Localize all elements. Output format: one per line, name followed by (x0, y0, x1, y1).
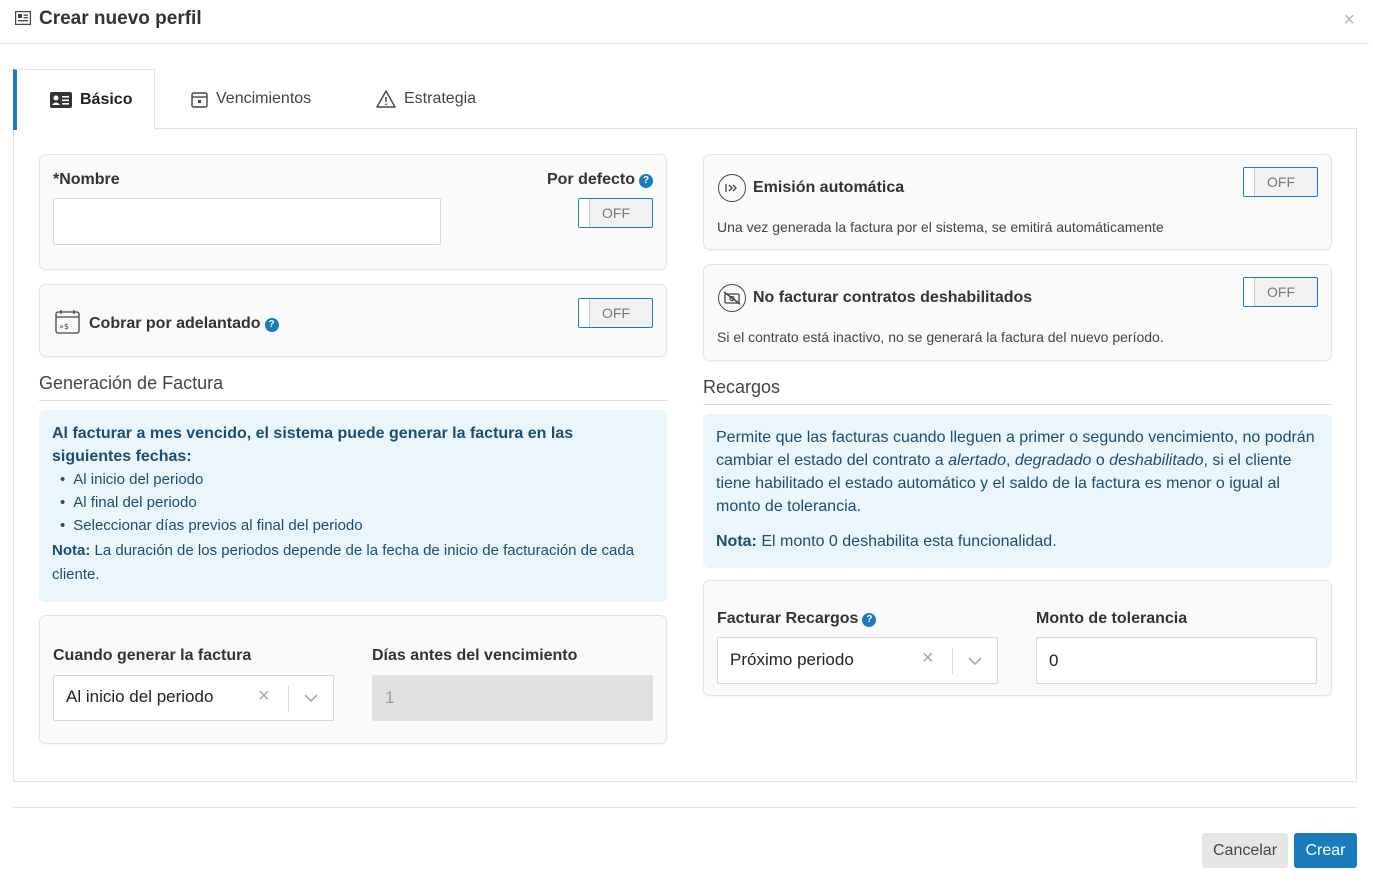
info-heading: Al facturar a mes vencido, el sistema pu… (52, 425, 574, 465)
bill-surcharges-select[interactable]: Próximo periodo × (717, 637, 998, 684)
tab-label: Vencimientos (216, 90, 312, 107)
note-text: La duración de los periodos depende de l… (52, 542, 635, 583)
create-button[interactable]: Crear (1294, 833, 1357, 868)
name-card: *Nombre Por defecto? OFF (39, 154, 667, 270)
help-icon[interactable]: ? (862, 613, 877, 627)
tab-estrategia[interactable]: Estrategia (376, 69, 476, 129)
info-note: Nota: La duración de los periodos depend… (52, 539, 654, 587)
disabled-contracts-card: No facturar contratos deshabilitados OFF… (703, 264, 1332, 361)
auto-emit-description: Una vez generada la factura por el siste… (717, 219, 1164, 235)
advance-billing-card: »$ Cobrar por adelantado? OFF (39, 284, 667, 357)
disabled-contracts-toggle[interactable]: OFF (1243, 277, 1318, 307)
toggle-state: OFF (602, 305, 630, 321)
invoice-generation-title: Generación de Factura (39, 373, 667, 401)
tolerance-input[interactable]: 0 (1036, 637, 1317, 684)
chevron-down-icon[interactable] (303, 692, 319, 704)
info-text: o (1091, 452, 1110, 469)
chevron-down-icon[interactable] (967, 655, 983, 667)
no-billing-icon (718, 284, 746, 312)
info-emphasis: degradado (1014, 452, 1092, 469)
days-label: Días antes del vencimiento (372, 647, 578, 664)
id-card-icon (50, 92, 72, 108)
select-separator (952, 648, 953, 674)
warning-icon (376, 90, 396, 108)
bill-surcharges-value: Próximo periodo (730, 650, 854, 669)
invoice-generation-info: Al facturar a mes vencido, el sistema pu… (39, 410, 667, 602)
close-icon[interactable]: × (1343, 10, 1355, 30)
when-value: Al inicio del periodo (66, 687, 214, 706)
bill-surcharges-label-row: Facturar Recargos? (717, 610, 877, 628)
days-value: 1 (385, 688, 395, 707)
invoice-when-card: Cuando generar la factura Al inicio del … (39, 615, 667, 744)
auto-emit-card: Emisión automática OFF Una vez generada … (703, 154, 1332, 250)
when-label: Cuando generar la factura (53, 647, 252, 664)
info-list: Al inicio del periodo Al final del perio… (52, 468, 654, 537)
when-select[interactable]: Al inicio del periodo × (53, 675, 334, 721)
surcharges-info-text: Permite que las facturas cuando lleguen … (716, 426, 1319, 518)
list-item: Al final del periodo (60, 491, 654, 514)
advance-toggle[interactable]: OFF (578, 298, 653, 328)
note-label: Nota: (716, 533, 757, 550)
advance-label-row: Cobrar por adelantado? (89, 315, 279, 333)
tab-bar: Básico Vencimientos Estrategia (13, 69, 1357, 130)
default-toggle[interactable]: OFF (578, 198, 653, 228)
disabled-contracts-description: Si el contrato está inactivo, no se gene… (717, 329, 1164, 345)
info-emphasis: deshabilitado (1109, 452, 1204, 469)
tab-vencimientos[interactable]: Vencimientos (191, 69, 311, 129)
help-icon[interactable]: ? (264, 318, 279, 332)
default-label-row: Por defecto? (547, 171, 653, 189)
footer-divider (13, 807, 1357, 808)
toggle-knob (1244, 168, 1255, 196)
clear-icon[interactable]: × (258, 685, 270, 708)
tab-basico[interactable]: Básico (13, 69, 155, 130)
help-icon[interactable]: ? (639, 174, 653, 188)
toggle-knob (579, 299, 590, 327)
svg-text:»$: »$ (59, 322, 69, 331)
info-emphasis: alertado (948, 452, 1006, 469)
list-item: Al inicio del periodo (60, 468, 654, 491)
note-text: El monto 0 deshabilita esta funcionalida… (761, 533, 1057, 550)
note-label: Nota: (52, 542, 91, 559)
tab-label: Básico (80, 91, 133, 108)
select-separator (288, 686, 289, 712)
tab-label: Estrategia (404, 90, 477, 107)
auto-emit-toggle[interactable]: OFF (1243, 167, 1318, 197)
auto-emit-label: Emisión automática (753, 179, 905, 196)
tab-content-panel: *Nombre Por defecto? OFF »$ Cobrar por a… (13, 128, 1357, 782)
toggle-state: OFF (602, 205, 630, 221)
surcharges-title: Recargos (703, 377, 1332, 405)
profile-card-icon (15, 11, 31, 25)
default-label: Por defecto (546, 171, 635, 188)
calendar-money-icon: »$ (55, 310, 80, 334)
info-text: , (1005, 452, 1015, 469)
surcharges-info: Permite que las facturas cuando lleguen … (703, 414, 1332, 568)
tolerance-label: Monto de tolerancia (1036, 610, 1188, 627)
days-input[interactable]: 1 (372, 675, 653, 721)
toggle-state: OFF (1267, 174, 1295, 190)
cancel-button[interactable]: Cancelar (1202, 833, 1288, 868)
disabled-contracts-label: No facturar contratos deshabilitados (753, 289, 1033, 306)
advance-label: Cobrar por adelantado (89, 315, 261, 332)
tolerance-value: 0 (1049, 651, 1059, 670)
list-item: Seleccionar días previos al final del pe… (60, 514, 654, 537)
auto-emit-icon (718, 174, 746, 202)
clear-icon[interactable]: × (922, 647, 934, 670)
bill-surcharges-label: Facturar Recargos (717, 610, 859, 627)
dialog-title: Crear nuevo perfil (39, 8, 202, 29)
surcharges-card: Facturar Recargos? Próximo periodo × Mon… (703, 580, 1332, 696)
dialog-header: Crear nuevo perfil × (0, 0, 1369, 44)
calendar-icon (191, 91, 208, 108)
name-input[interactable] (53, 198, 441, 245)
toggle-state: OFF (1267, 284, 1295, 300)
toggle-knob (1244, 278, 1255, 306)
surcharges-note: Nota: El monto 0 deshabilita esta funcio… (716, 530, 1319, 553)
toggle-knob (579, 199, 590, 227)
name-label: *Nombre (53, 171, 120, 188)
